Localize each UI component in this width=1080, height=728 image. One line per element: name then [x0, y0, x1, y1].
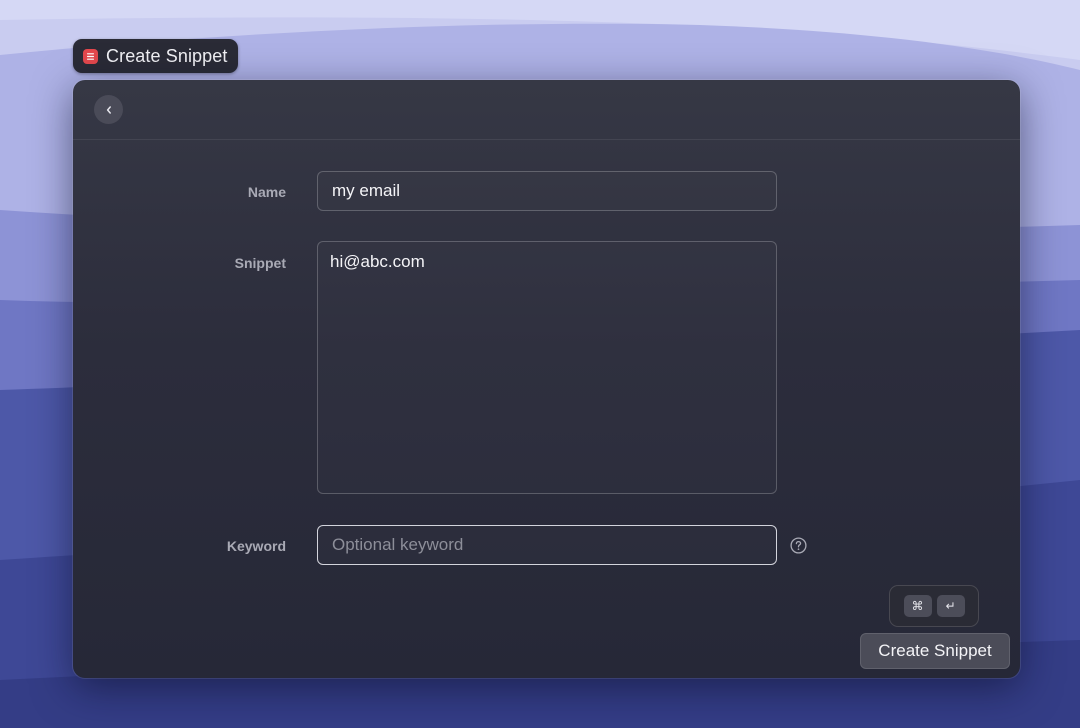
- snippet-app-icon: [83, 48, 98, 64]
- name-label: Name: [247, 184, 286, 200]
- window-title-pill: Create Snippet: [73, 39, 239, 73]
- return-key: ↵: [936, 595, 965, 617]
- keyword-label: Keyword: [226, 538, 286, 554]
- chevron-left-icon: [106, 105, 111, 114]
- snippet-label: Snippet: [234, 255, 286, 271]
- keyword-input[interactable]: [317, 525, 777, 565]
- keyboard-shortcut-hint: ⌘ ↵: [889, 585, 979, 627]
- toolbar: [73, 80, 1020, 140]
- back-button[interactable]: [94, 95, 123, 124]
- create-snippet-button[interactable]: Create Snippet: [860, 633, 1010, 669]
- name-input[interactable]: [317, 171, 777, 211]
- command-key: ⌘: [903, 595, 932, 617]
- window-title: Create Snippet: [106, 45, 228, 66]
- snippet-textarea[interactable]: hi@abc.com: [317, 241, 777, 494]
- question-circle-icon[interactable]: [790, 537, 807, 554]
- create-snippet-window: Name Snippet hi@abc.com Keyword ⌘ ↵ Crea…: [73, 80, 1020, 678]
